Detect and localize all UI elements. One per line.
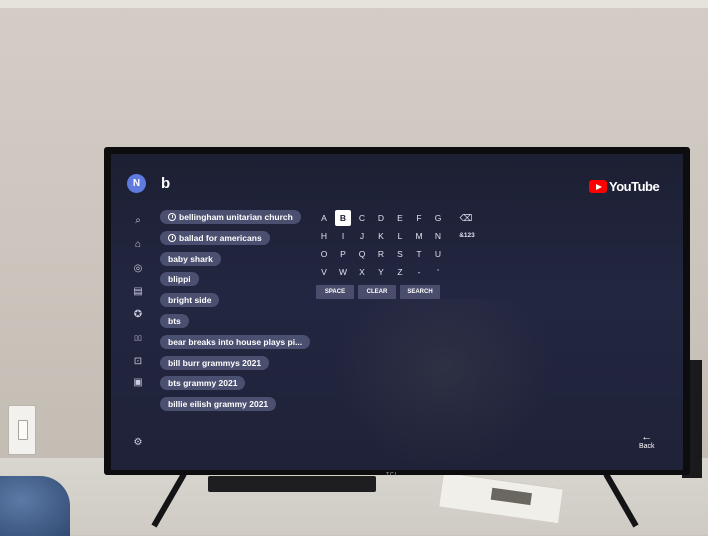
youtube-logo: YouTube bbox=[589, 179, 660, 194]
key-b[interactable]: B bbox=[335, 210, 351, 226]
suggestion-chip[interactable]: bear breaks into house plays pi... bbox=[160, 334, 311, 349]
suggestion-chip[interactable]: bts grammy 2021 bbox=[160, 376, 246, 391]
key-y[interactable]: Y bbox=[373, 264, 389, 280]
suggestion-chip[interactable]: blippi bbox=[160, 272, 199, 287]
gaming-icon[interactable]: ✪ bbox=[131, 308, 145, 322]
key-v[interactable]: V bbox=[316, 264, 332, 280]
key-p[interactable]: P bbox=[335, 246, 351, 262]
key-j[interactable]: J bbox=[354, 228, 370, 244]
key-apostrophe[interactable]: ' bbox=[430, 264, 446, 280]
suggestion-chip[interactable]: bts bbox=[160, 313, 189, 328]
suggestion-list: bellingham unitarian church ballad for a… bbox=[160, 210, 311, 418]
search-query[interactable]: b bbox=[161, 175, 170, 192]
youtube-play-icon bbox=[589, 180, 607, 193]
key-k[interactable]: K bbox=[373, 228, 389, 244]
key-o[interactable]: O bbox=[316, 246, 332, 262]
settings-icon[interactable]: ⚙ bbox=[131, 436, 145, 450]
explore-icon[interactable]: ◎ bbox=[131, 262, 145, 276]
ceiling-edge bbox=[0, 0, 708, 8]
light-switch bbox=[8, 405, 36, 455]
key-n[interactable]: N bbox=[430, 228, 446, 244]
key-c[interactable]: C bbox=[354, 210, 370, 226]
screen-reflection bbox=[333, 299, 553, 470]
key-l[interactable]: L bbox=[392, 228, 408, 244]
subscriptions-icon[interactable]: ▤ bbox=[131, 285, 145, 299]
key-u[interactable]: U bbox=[430, 246, 446, 262]
key-q[interactable]: Q bbox=[354, 246, 370, 262]
blue-chair bbox=[0, 476, 70, 536]
library-icon[interactable]: ▣ bbox=[131, 376, 145, 390]
back-arrow-icon: ← bbox=[641, 431, 653, 443]
suggestion-chip[interactable]: bellingham unitarian church bbox=[160, 210, 301, 224]
soundbar bbox=[208, 476, 376, 492]
history-icon bbox=[168, 233, 176, 242]
key-w[interactable]: W bbox=[335, 264, 351, 280]
key-x[interactable]: X bbox=[354, 264, 370, 280]
symbols-key[interactable]: &123 bbox=[452, 228, 482, 244]
suggestion-chip[interactable]: bright side bbox=[160, 293, 220, 308]
news-icon[interactable]: ⊡ bbox=[131, 355, 145, 369]
key-e[interactable]: E bbox=[392, 210, 408, 226]
key-r[interactable]: R bbox=[373, 246, 389, 262]
suggestion-chip[interactable]: baby shark bbox=[160, 251, 221, 266]
history-icon bbox=[168, 213, 176, 221]
search-icon[interactable]: ⌕ bbox=[131, 214, 145, 228]
tv-brand-logo: TCL bbox=[386, 472, 399, 478]
key-i[interactable]: I bbox=[335, 228, 351, 244]
music-icon[interactable]: ▯▯ bbox=[131, 332, 145, 346]
key-hyphen[interactable]: - bbox=[411, 264, 427, 280]
key-g[interactable]: G bbox=[430, 210, 446, 226]
home-icon[interactable]: ⌂ bbox=[131, 238, 145, 252]
search-button[interactable]: SEARCH bbox=[400, 285, 440, 299]
key-f[interactable]: F bbox=[411, 210, 427, 226]
key-h[interactable]: H bbox=[316, 228, 332, 244]
key-d[interactable]: D bbox=[373, 210, 389, 226]
backspace-icon[interactable]: ⌫ bbox=[458, 210, 474, 226]
avatar[interactable]: N bbox=[127, 174, 146, 193]
key-a[interactable]: A bbox=[316, 210, 332, 226]
clear-button[interactable]: CLEAR bbox=[358, 285, 396, 299]
key-z[interactable]: Z bbox=[392, 264, 408, 280]
suggestion-chip[interactable]: ballad for americans bbox=[160, 230, 270, 245]
space-button[interactable]: SPACE bbox=[316, 285, 354, 299]
tv-screen: N b YouTube ⌕ ⌂ ◎ ▤ ✪ ▯▯ ⊡ ▣ ⚙ bellingha… bbox=[111, 154, 683, 470]
key-m[interactable]: M bbox=[411, 228, 427, 244]
back-button[interactable]: ← Back bbox=[639, 431, 655, 451]
key-t[interactable]: T bbox=[411, 246, 427, 262]
suggestion-chip[interactable]: billie eilish grammy 2021 bbox=[160, 397, 277, 412]
youtube-wordmark: YouTube bbox=[609, 179, 660, 194]
suggestion-chip[interactable]: bill burr grammys 2021 bbox=[160, 355, 270, 370]
key-s[interactable]: S bbox=[392, 246, 408, 262]
